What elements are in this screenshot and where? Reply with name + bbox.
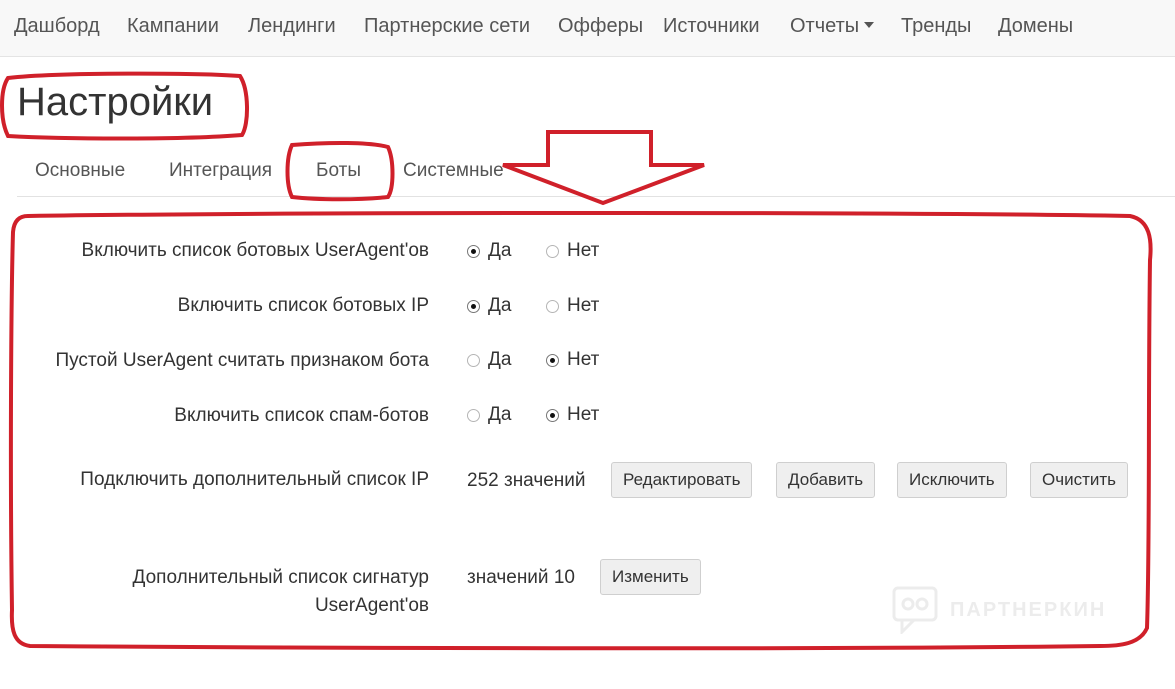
- bot-useragents-label: Включить список ботовых UserAgent'ов: [81, 240, 429, 261]
- nav-trends[interactable]: Тренды: [901, 15, 971, 38]
- change-signatures-button[interactable]: Изменить: [600, 559, 701, 595]
- spam-bots-no-radio[interactable]: Нет: [546, 404, 599, 426]
- tab-integration[interactable]: Интеграция: [169, 160, 272, 182]
- radio-checked-icon: [546, 353, 559, 367]
- nav-affiliate-networks[interactable]: Партнерские сети: [364, 15, 530, 38]
- tabs-divider: [17, 196, 1175, 197]
- radio-no-label: Нет: [567, 404, 600, 425]
- radio-yes-label: Да: [488, 349, 512, 370]
- bot-useragents-yes-radio[interactable]: Да: [467, 240, 511, 262]
- radio-no-label: Нет: [567, 240, 600, 261]
- nav-reports-label: Отчеты: [790, 15, 860, 37]
- empty-useragent-yes-radio[interactable]: Да: [467, 349, 511, 371]
- watermark-logo: ПАРТНЕРКИН: [892, 586, 1106, 634]
- nav-landings[interactable]: Лендинги: [248, 15, 336, 38]
- nav-reports-dropdown[interactable]: Отчеты: [790, 15, 875, 38]
- bot-ip-no-radio[interactable]: Нет: [546, 295, 599, 317]
- radio-unchecked-icon: [546, 244, 559, 258]
- tab-general[interactable]: Основные: [35, 160, 125, 182]
- bot-ip-label: Включить список ботовых IP: [177, 295, 429, 316]
- down-arrow-icon: [502, 130, 705, 206]
- extra-ip-label: Подключить дополнительный список IP: [80, 469, 429, 490]
- watermark-text: ПАРТНЕРКИН: [950, 598, 1107, 621]
- watermark-chat-icon: [892, 586, 938, 634]
- bot-ip-yes-radio[interactable]: Да: [467, 295, 511, 317]
- signatures-label-line2: UserAgent'ов: [314, 595, 429, 616]
- tab-bots[interactable]: Боты: [316, 160, 361, 182]
- bot-useragents-no-radio[interactable]: Нет: [546, 240, 599, 262]
- empty-useragent-label: Пустой UserAgent считать признаком бота: [55, 350, 429, 371]
- spam-bots-yes-radio[interactable]: Да: [467, 404, 511, 426]
- radio-yes-label: Да: [488, 240, 512, 261]
- top-navbar: Дашборд Кампании Лендинги Партнерские се…: [0, 0, 1175, 57]
- radio-checked-icon: [467, 244, 480, 258]
- page-title: Настройки: [17, 80, 214, 124]
- radio-unchecked-icon: [546, 299, 559, 313]
- spam-bots-label: Включить список спам-ботов: [174, 405, 429, 426]
- radio-no-label: Нет: [567, 295, 600, 316]
- nav-dashboard[interactable]: Дашборд: [14, 15, 100, 38]
- nav-campaigns[interactable]: Кампании: [127, 15, 219, 38]
- extra-ip-count: 252 значений: [467, 470, 586, 491]
- radio-yes-label: Да: [488, 404, 512, 425]
- radio-unchecked-icon: [467, 353, 480, 367]
- nav-domains[interactable]: Домены: [998, 15, 1073, 38]
- add-ip-button[interactable]: Добавить: [776, 462, 876, 498]
- nav-sources[interactable]: Источники: [663, 15, 760, 38]
- nav-offers[interactable]: Офферы: [558, 15, 643, 38]
- chevron-down-icon: [864, 22, 875, 28]
- exclude-ip-button[interactable]: Исключить: [897, 462, 1007, 498]
- signatures-label-line1: Дополнительный список сигнатур: [132, 567, 429, 588]
- radio-yes-label: Да: [488, 295, 512, 316]
- radio-checked-icon: [467, 299, 480, 313]
- empty-useragent-no-radio[interactable]: Нет: [546, 349, 599, 371]
- radio-checked-icon: [546, 408, 559, 422]
- signatures-count: значений 10: [467, 567, 575, 588]
- edit-ip-list-button[interactable]: Редактировать: [611, 462, 753, 498]
- radio-unchecked-icon: [467, 408, 480, 422]
- clear-ip-button[interactable]: Очистить: [1030, 462, 1129, 498]
- tab-system[interactable]: Системные: [403, 160, 504, 182]
- radio-no-label: Нет: [567, 349, 600, 370]
